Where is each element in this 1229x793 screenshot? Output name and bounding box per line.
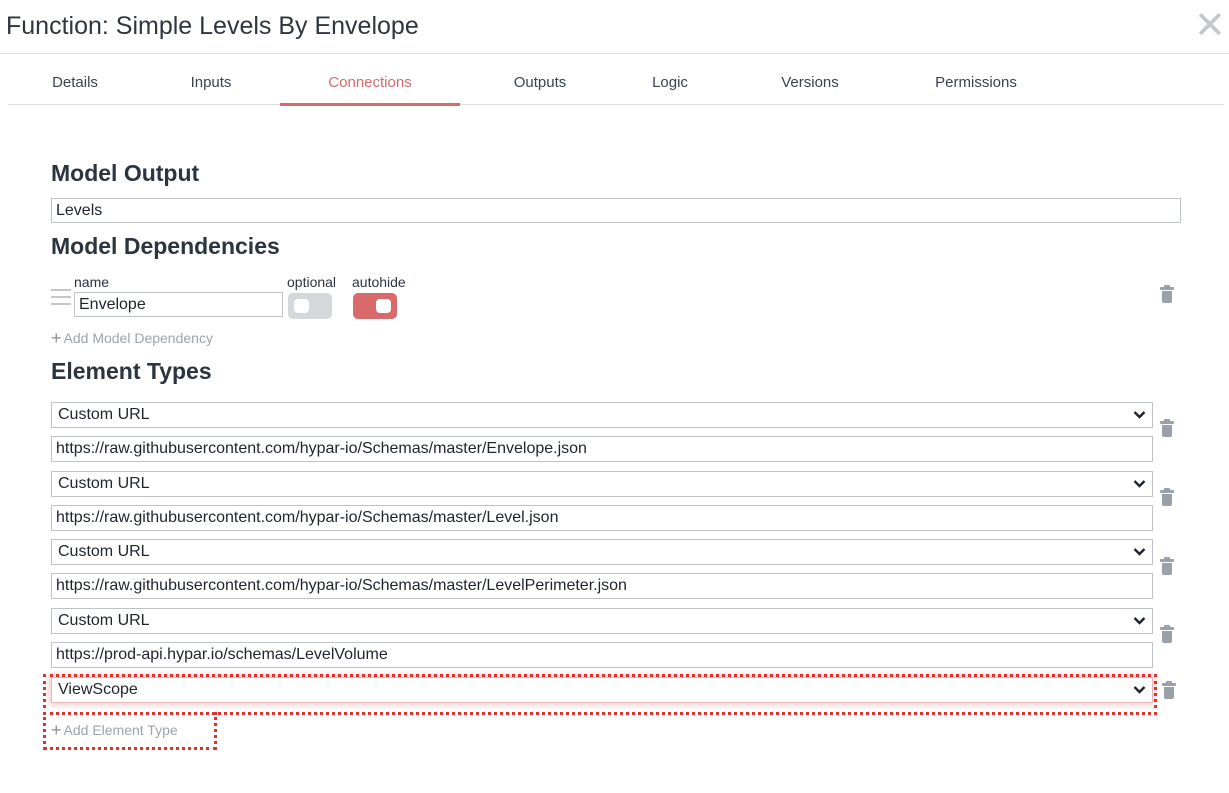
element-type-select[interactable]: Custom URL — [51, 471, 1153, 497]
element-type-select[interactable]: ViewScope — [51, 677, 1153, 703]
tab-details[interactable]: Details — [30, 60, 120, 105]
element-type-select[interactable]: Custom URL — [51, 539, 1153, 565]
plus-icon: + — [51, 720, 62, 740]
chevron-down-icon — [1133, 686, 1146, 694]
element-type-url-input[interactable] — [51, 642, 1153, 668]
dependency-name-label: name — [74, 274, 110, 290]
toggle-knob — [376, 299, 391, 313]
tab-outputs[interactable]: Outputs — [480, 60, 600, 105]
tab-bar: Details Inputs Connections Outputs Logic… — [8, 60, 1224, 106]
chevron-down-icon — [1133, 617, 1146, 625]
optional-toggle[interactable] — [288, 293, 332, 319]
trash-icon[interactable] — [1160, 488, 1174, 506]
autohide-toggle[interactable] — [353, 293, 397, 319]
add-element-type-label: Add Element Type — [63, 722, 178, 738]
model-dependencies-heading: Model Dependencies — [51, 233, 280, 259]
element-type-value: Custom URL — [58, 475, 150, 492]
chevron-down-icon — [1133, 411, 1146, 419]
dialog-title: Function: Simple Levels By Envelope — [6, 12, 419, 40]
trash-icon[interactable] — [1160, 285, 1174, 303]
element-type-value: Custom URL — [58, 406, 150, 423]
element-type-url-input[interactable] — [51, 436, 1153, 462]
tab-inputs[interactable]: Inputs — [166, 60, 256, 105]
drag-handle-icon[interactable] — [51, 289, 71, 307]
optional-label: optional — [287, 274, 337, 290]
trash-icon[interactable] — [1160, 625, 1174, 643]
add-model-dependency-link[interactable]: + Add Model Dependency — [51, 328, 213, 349]
trash-icon[interactable] — [1162, 681, 1176, 699]
plus-icon: + — [51, 328, 62, 348]
close-icon[interactable]: ✕ — [1194, 7, 1226, 45]
chevron-down-icon — [1133, 548, 1146, 556]
dependency-name-input[interactable] — [74, 292, 283, 317]
chevron-down-icon — [1133, 480, 1146, 488]
element-type-value: Custom URL — [58, 543, 150, 560]
title-divider — [0, 53, 1229, 54]
add-element-type-link[interactable]: + Add Element Type — [51, 720, 178, 741]
element-type-value: ViewScope — [58, 681, 138, 698]
element-type-url-input[interactable] — [51, 573, 1153, 599]
element-types-heading: Element Types — [51, 358, 212, 384]
element-type-select[interactable]: Custom URL — [51, 402, 1153, 428]
add-model-dependency-label: Add Model Dependency — [63, 330, 213, 346]
trash-icon[interactable] — [1160, 419, 1174, 437]
toggle-knob — [294, 299, 309, 313]
element-type-select[interactable]: Custom URL — [51, 608, 1153, 634]
model-output-heading: Model Output — [51, 160, 200, 186]
tab-connections[interactable]: Connections — [280, 60, 460, 106]
trash-icon[interactable] — [1160, 557, 1174, 575]
element-type-url-input[interactable] — [51, 505, 1153, 531]
autohide-label: autohide — [352, 274, 406, 290]
element-type-value: Custom URL — [58, 612, 150, 629]
model-output-input[interactable] — [51, 198, 1181, 223]
tab-permissions[interactable]: Permissions — [916, 60, 1036, 105]
tab-versions[interactable]: Versions — [760, 60, 860, 105]
tab-logic[interactable]: Logic — [625, 60, 715, 105]
